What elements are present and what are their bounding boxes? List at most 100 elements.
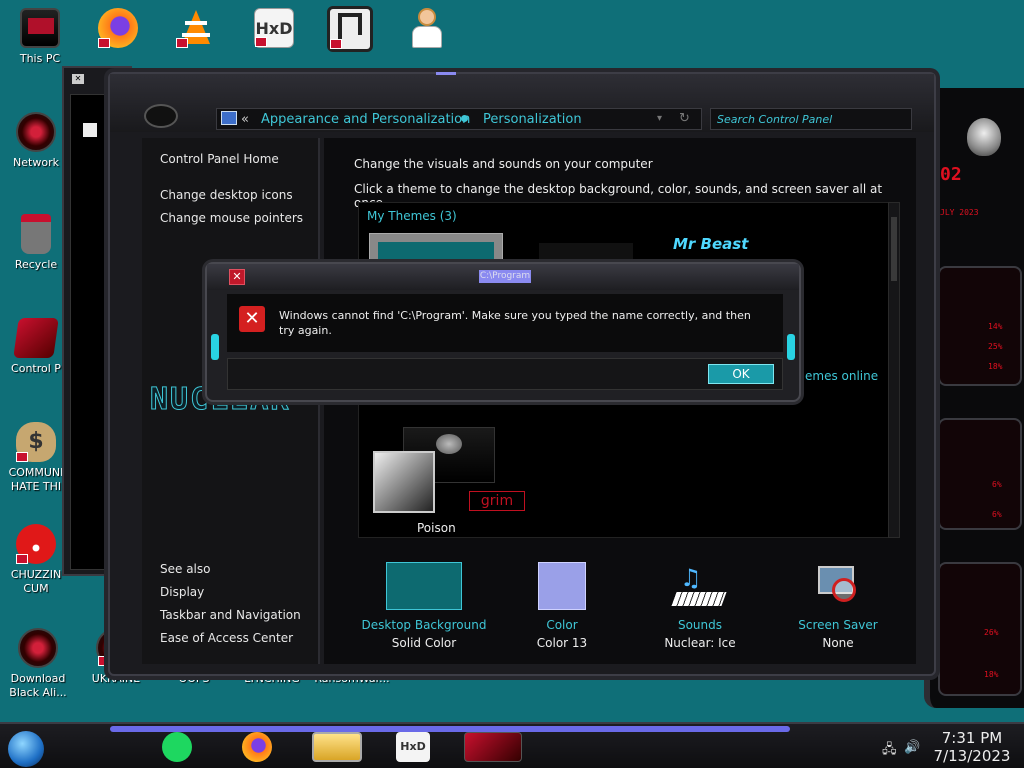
shortcut-arrow-icon	[16, 554, 28, 564]
shortcut-arrow-icon	[176, 38, 188, 48]
control-panel-icon	[13, 318, 59, 358]
ease-of-access-link[interactable]: Ease of Access Center	[160, 631, 293, 645]
screen-saver-value: None	[822, 636, 854, 650]
see-also-heading: See also	[160, 562, 211, 576]
change-desktop-icons-link[interactable]: Change desktop icons	[160, 188, 293, 202]
desktop-background-value: Solid Color	[391, 636, 457, 650]
start-button[interactable]	[8, 731, 44, 767]
sounds-title: Sounds	[677, 618, 723, 632]
breadcrumb-appearance[interactable]: Appearance and Personalization	[261, 112, 470, 127]
gadget-stat-7: 18%	[984, 670, 999, 679]
desktop-icon-doctor[interactable]	[390, 6, 462, 50]
control-panel-home-link[interactable]: Control Panel Home	[160, 152, 279, 166]
shortcut-arrow-icon	[16, 452, 28, 462]
error-message: Windows cannot find 'C:\Program'. Make s…	[279, 309, 751, 337]
theme-thumbnail-poison[interactable]	[373, 451, 435, 513]
control-panel-taskbar-icon[interactable]	[464, 732, 522, 762]
alien-globe-icon	[18, 628, 58, 668]
taskbar-navigation-link[interactable]: Taskbar and Navigation	[160, 608, 301, 622]
gadget-panel-2: 6% 6%	[938, 418, 1022, 530]
desktop-background-item[interactable]: Desktop Background Solid Color	[354, 562, 494, 650]
breadcrumb-personalization[interactable]: Personalization	[483, 112, 582, 127]
title-indicator	[436, 72, 456, 75]
page-title: Change the visuals and sounds on your co…	[354, 157, 653, 171]
network-icon[interactable]: 🖧	[882, 740, 897, 762]
breadcrumb-separator-icon	[461, 115, 468, 122]
chevron-down-icon[interactable]: ▾	[657, 113, 662, 124]
hxd-icon: HxD	[254, 8, 294, 48]
error-dialog[interactable]: ✕ C:\Program ✕ Windows cannot find 'C:\P…	[205, 262, 801, 402]
vlc-cone-icon	[176, 8, 216, 48]
screen-saver-icon	[814, 562, 862, 610]
address-bar[interactable]: « Appearance and Personalization Persona…	[216, 108, 702, 130]
ok-button[interactable]: OK	[708, 364, 774, 384]
close-icon[interactable]: ✕	[229, 269, 245, 285]
theme-thumbnail-solid[interactable]	[369, 233, 503, 263]
desktop-icon-this-pc[interactable]: This PC	[4, 8, 76, 66]
breadcrumb-back[interactable]: «	[241, 112, 249, 127]
color-value: Color 13	[536, 636, 588, 650]
clock-date: 7/13/2023	[933, 747, 1011, 765]
doctor-icon	[406, 6, 446, 48]
desktop-icon-download-black[interactable]: Download Black Ali...	[2, 628, 74, 700]
theme-settings-bar: Desktop Background Solid Color Color Col…	[354, 562, 878, 658]
get-more-themes-link[interactable]: emes online	[805, 369, 878, 383]
search-input[interactable]: Search Control Panel	[710, 108, 912, 130]
dialog-title: C:\Program	[479, 270, 531, 283]
control-panel-icon	[221, 111, 237, 125]
color-item[interactable]: Color Color 13	[492, 562, 632, 650]
gadget-stat-1: 14%	[988, 322, 1003, 331]
shortcut-arrow-icon	[98, 38, 110, 48]
refresh-icon[interactable]: ↻	[679, 111, 690, 126]
gadget-stat-3: 18%	[988, 362, 1003, 371]
maze-icon	[327, 6, 373, 52]
money-bag-icon: $	[16, 422, 56, 462]
desktop-icon-vlc[interactable]	[160, 8, 232, 52]
volume-icon[interactable]: 🔊	[904, 740, 920, 755]
system-clock[interactable]: 7:31 PM 7/13/2023	[930, 729, 1014, 765]
dialog-titlebar: ✕ C:\Program	[207, 264, 799, 290]
theme-thumbnail-dark[interactable]	[539, 243, 633, 263]
taskbar-ornament	[110, 726, 790, 732]
display-link[interactable]: Display	[160, 585, 204, 599]
theme-label-poison: Poison	[417, 521, 456, 535]
gadget-stat-6: 26%	[984, 628, 999, 637]
scrollbar-thumb[interactable]	[891, 217, 897, 281]
hxd-icon[interactable]: HxD	[396, 732, 430, 762]
desktop-icon-maze[interactable]	[314, 6, 386, 56]
gadget-date: JLY 2023	[940, 208, 979, 217]
dialog-ornament	[787, 334, 795, 360]
change-mouse-pointers-link[interactable]: Change mouse pointers	[160, 211, 303, 225]
clock-time: 7:31 PM	[941, 729, 1003, 747]
sounds-item[interactable]: ♫ Sounds Nuclear: Ice	[630, 562, 770, 650]
spotify-icon[interactable]	[162, 732, 192, 762]
gadget-digits: 02	[940, 164, 962, 185]
screen-saver-item[interactable]: Screen Saver None	[768, 562, 908, 650]
error-x-icon: ✕	[239, 306, 265, 332]
color-swatch	[538, 562, 586, 610]
my-themes-header: My Themes (3)	[367, 209, 457, 223]
gadget-stat-5: 6%	[992, 510, 1002, 519]
desktop-icon-hxd[interactable]: HxD	[238, 8, 310, 52]
gadget-panel-3: 26% 18%	[938, 562, 1022, 696]
grim-label: grim	[469, 491, 525, 511]
theme-thumbnail-mrbeast[interactable]: Mr Beast	[673, 235, 763, 259]
file-explorer-icon[interactable]	[312, 732, 362, 762]
red-creature-icon	[16, 524, 56, 564]
desktop-icon-label: This PC	[19, 52, 61, 65]
firefox-icon[interactable]	[242, 732, 272, 762]
themes-scrollbar[interactable]	[888, 202, 900, 538]
color-title: Color	[546, 618, 578, 632]
desktop-icon-firefox[interactable]	[82, 8, 154, 52]
shortcut-arrow-icon	[330, 39, 342, 49]
gadget-stat-2: 25%	[988, 342, 1003, 351]
back-forward-buttons[interactable]	[144, 104, 178, 128]
dialog-body: ✕ Windows cannot find 'C:\Program'. Make…	[227, 294, 783, 352]
shortcut-arrow-icon	[255, 37, 267, 47]
close-icon[interactable]: ✕	[72, 74, 84, 84]
desktop-background-title: Desktop Background	[361, 618, 487, 632]
taskbar: HxD 🖧 🔊 7:31 PM 7/13/2023	[0, 722, 1024, 768]
gadget-panel-1: 14% 25% 18%	[938, 266, 1022, 386]
alien-globe-icon	[16, 112, 56, 152]
recycle-bin-icon	[21, 214, 51, 254]
